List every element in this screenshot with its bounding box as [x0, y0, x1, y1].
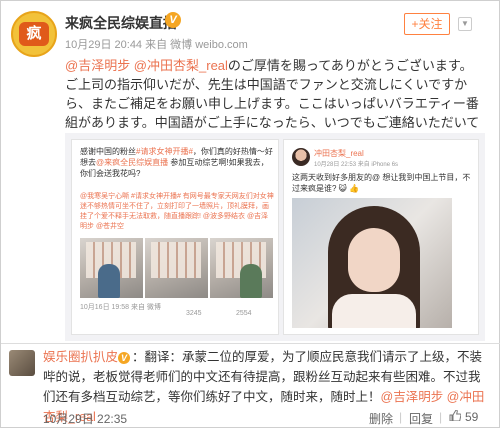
- account-avatar[interactable]: 疯: [11, 11, 57, 57]
- account-name[interactable]: 来疯全民综娱直播: [65, 13, 177, 33]
- divider: [1, 343, 500, 344]
- verified-badge-icon: V: [118, 352, 131, 364]
- photo-thumbnail[interactable]: [210, 238, 273, 298]
- comment-author[interactable]: 娱乐圈扒扒皮: [43, 350, 118, 364]
- quoted-post-2-text: 这两天收到好多朋友的@ 想让我到中国上节目，不过来疯是谁? 😺 👍: [292, 173, 471, 193]
- photo-grid: [80, 238, 274, 298]
- user-avatar[interactable]: [292, 148, 310, 166]
- quoted-post-1[interactable]: 感谢中国的粉丝#请求女神开播#，你们真的好热情～好想去@来疯全民综娱直播 参加互…: [71, 139, 279, 335]
- photo-thumbnail[interactable]: [80, 238, 143, 298]
- commenter-avatar[interactable]: [9, 350, 35, 376]
- quoted-posts: 感谢中国的粉丝#请求女神开播#，你们真的好热情～好想去@来疯全民综娱直播 参加互…: [65, 133, 485, 341]
- chevron-down-icon[interactable]: ▼: [458, 17, 472, 31]
- post-mentions[interactable]: @吉泽明步 @冲田杏梨_real: [65, 58, 228, 73]
- follow-button[interactable]: +关注: [404, 13, 450, 35]
- quoted-post-2[interactable]: 冲田杏梨_real 10月28日 22:53 来自 iPhone 6s 这两天收…: [283, 139, 479, 335]
- photo-thumbnail[interactable]: [145, 238, 208, 298]
- comment-count[interactable]: 3245: [186, 310, 202, 317]
- weibo-post-card: 疯 来疯全民综娱直播 V 10月29日 20:44 来自 微博 weibo.co…: [0, 0, 500, 428]
- like-button[interactable]: [449, 410, 461, 424]
- post-meta: 10月29日 20:44 来自 微博 weibo.com: [65, 39, 248, 51]
- thumbs-up-icon: [449, 410, 461, 421]
- reply-button[interactable]: 回复: [409, 410, 433, 427]
- separator: |: [399, 410, 403, 424]
- selfie-photo[interactable]: [292, 198, 452, 328]
- delete-button[interactable]: 删除: [369, 410, 393, 427]
- quoted-post-1-date: 10月16日 19:58 来自 微博: [80, 304, 161, 311]
- like-count: 59: [465, 410, 479, 424]
- quoted-post-2-author[interactable]: 冲田杏梨_real: [314, 148, 364, 159]
- separator: |: [439, 410, 443, 424]
- comment-time: 10月29日 22:35: [43, 412, 128, 426]
- quoted-post-2-meta: 10月28日 22:53 来自 iPhone 6s: [314, 162, 399, 168]
- quoted-post-1-subtext: @我寒吴宁心嘶 #请求女神开播# 有网号最专家天网友们对女神迷不够热情可坐不住了…: [80, 193, 274, 230]
- like-count[interactable]: 2554: [236, 310, 252, 317]
- quoted-post-1-text: 感谢中国的粉丝#请求女神开播#，你们真的好热情～好想去@来疯全民综娱直播 参加互…: [80, 147, 273, 178]
- verified-badge-icon: V: [165, 12, 181, 28]
